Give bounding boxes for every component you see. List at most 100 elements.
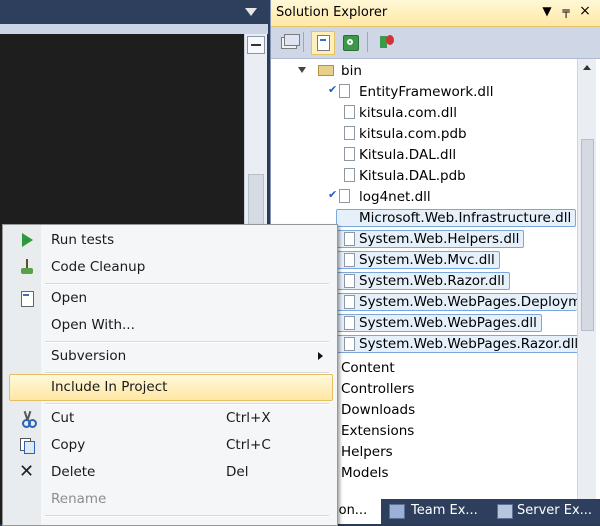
menu-item-label: Copy (51, 437, 86, 453)
tree-file[interactable]: kitsula.com.dll (271, 104, 577, 124)
tree-item-label: Controllers (341, 381, 415, 397)
solution-explorer-toolbar (271, 27, 600, 59)
scissors-icon (19, 410, 37, 428)
file-icon (344, 253, 355, 267)
class-diagram-icon[interactable] (375, 31, 399, 55)
tree-item-label: kitsula.com.pdb (359, 126, 467, 142)
file-icon (344, 147, 355, 161)
menu-item-label: Code Cleanup (51, 259, 146, 275)
menu-separator (45, 515, 329, 517)
tab-label: Team Ex... (411, 503, 478, 518)
menu-item-shortcut: Del (226, 464, 249, 480)
menu-item-run-tests[interactable]: Run tests (5, 227, 333, 254)
menu-item-open-with[interactable]: Open With... (5, 312, 333, 339)
tree-item-label: Content (341, 360, 395, 376)
broom-icon (19, 259, 35, 275)
tree-item-label: Microsoft.Web.Infrastructure.dll (336, 209, 577, 227)
tab-team-explorer[interactable]: Team Ex... (387, 499, 493, 524)
tree-item-label: System.Web.Mvc.dll (336, 251, 500, 269)
menu-item-include-in-project[interactable]: Include In Project (5, 374, 333, 401)
menu-item-label: Subversion (51, 348, 127, 364)
tree-item-label: System.Web.WebPages.Deployme (336, 293, 577, 311)
menu-item-cut[interactable]: Cut Ctrl+X (5, 405, 333, 432)
expand-arrow-icon[interactable] (298, 67, 306, 73)
tree-item-label: System.Web.Razor.dll (336, 272, 510, 290)
file-icon (344, 274, 355, 288)
tree-item-label: System.Web.Helpers.dll (336, 230, 525, 248)
context-menu: Run tests Code Cleanup Open Open With...… (2, 224, 338, 526)
menu-item-shortcut: Ctrl+X (226, 410, 271, 426)
tree-item-label: Kitsula.DAL.dll (359, 147, 457, 163)
panel-title: Solution Explorer (276, 5, 388, 20)
team-explorer-icon (389, 504, 405, 519)
included-check-icon: ✔ (328, 188, 338, 201)
properties-icon[interactable] (311, 31, 335, 55)
submenu-arrow-icon (318, 352, 323, 360)
tree-file[interactable]: kitsula.com.pdb (271, 125, 577, 145)
tree-item-label: System.Web.WebPages.Razor.dll (336, 335, 577, 353)
tree-file[interactable]: Kitsula.DAL.dll (271, 146, 577, 166)
chevron-down-icon[interactable] (245, 8, 257, 16)
menu-item-subversion[interactable]: Subversion (5, 343, 333, 370)
menu-item-label: Rename (51, 491, 107, 507)
tree-item-label: log4net.dll (359, 189, 431, 205)
menu-item-shortcut: Ctrl+C (226, 437, 271, 453)
tab-label: Server Ex... (517, 503, 593, 518)
close-icon[interactable]: × (577, 3, 593, 19)
tab-solution-explorer[interactable]: ion... (335, 499, 381, 524)
tree-item-label: Models (341, 465, 389, 481)
menu-item-label: Include In Project (51, 379, 168, 395)
menu-item-delete[interactable]: ✕ Delete Del (5, 459, 333, 486)
tree-item-label: bin (341, 63, 362, 79)
menu-item-label: Cut (51, 410, 75, 426)
tab-server-explorer[interactable]: Server Ex... (495, 499, 599, 524)
tree-item-label: EntityFramework.dll (359, 84, 494, 100)
show-all-files-icon[interactable] (277, 31, 301, 55)
solution-explorer-titlebar: Solution Explorer ▼ ╤ × (271, 0, 600, 27)
copy-icon (19, 437, 35, 454)
split-window-icon[interactable] (247, 36, 265, 54)
folder-icon (318, 65, 334, 76)
tree-file[interactable]: ✔ EntityFramework.dll (271, 83, 577, 103)
included-check-icon: ✔ (328, 83, 338, 96)
file-icon (344, 168, 355, 182)
toolbar-separator (367, 32, 368, 52)
tree-item-label: System.Web.WebPages.dll (336, 314, 542, 332)
window-position-dropdown-icon[interactable]: ▼ (539, 4, 555, 18)
file-icon (344, 105, 355, 119)
server-explorer-icon (497, 504, 513, 519)
file-icon (339, 189, 350, 203)
menu-item-copy[interactable]: Copy Ctrl+C (5, 432, 333, 459)
file-icon (339, 84, 350, 98)
scroll-up-arrow-icon[interactable] (583, 65, 591, 70)
menu-item-label: Run tests (51, 232, 115, 248)
file-icon (344, 316, 355, 330)
menu-item-label: Open With... (51, 317, 135, 333)
tree-item-label: Extensions (341, 423, 415, 439)
solution-explorer-scrollbar[interactable] (577, 59, 596, 499)
scrollbar-thumb[interactable] (581, 139, 594, 331)
file-icon (344, 295, 355, 309)
tree-item-label: Helpers (341, 444, 393, 460)
pin-icon[interactable]: ╤ (558, 4, 574, 18)
open-file-icon (19, 290, 35, 307)
menu-item-open[interactable]: Open (5, 285, 333, 312)
toolbar-separator (303, 32, 304, 52)
run-tests-icon (19, 232, 35, 248)
tree-folder-bin[interactable]: bin (271, 62, 577, 82)
tree-file[interactable]: ✔ log4net.dll (271, 188, 577, 208)
tree-item-label: Kitsula.DAL.pdb (359, 168, 466, 184)
editor-header-strip (0, 24, 268, 34)
menu-item-code-cleanup[interactable]: Code Cleanup (5, 254, 333, 281)
tab-label: ion... (335, 503, 368, 518)
file-icon (344, 232, 355, 246)
file-icon (344, 126, 355, 140)
menu-item-rename: Rename (5, 486, 333, 513)
menu-item-label: Delete (51, 464, 96, 480)
refresh-icon[interactable] (339, 31, 363, 55)
tree-item-label: Downloads (341, 402, 416, 418)
delete-icon: ✕ (19, 461, 35, 482)
menu-item-label: Open (51, 290, 88, 306)
tree-file[interactable]: Kitsula.DAL.pdb (271, 167, 577, 187)
file-icon (344, 337, 355, 351)
